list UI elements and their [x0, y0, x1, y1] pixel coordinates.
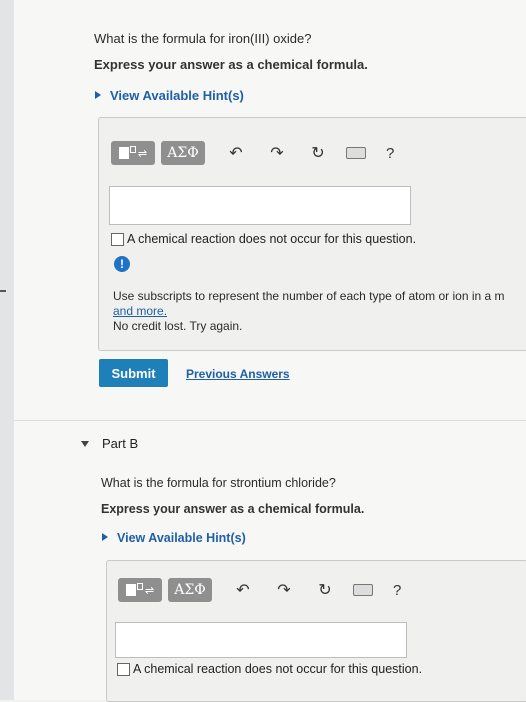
question-page: What is the formula for iron(III) oxide?… — [14, 0, 526, 702]
no-reaction-label: A chemical reaction does not occur for t… — [133, 662, 423, 676]
section-divider — [14, 420, 526, 421]
part-b-title: Part B — [102, 436, 139, 451]
part-a-no-reaction-option[interactable]: A chemical reaction does not occur for t… — [111, 232, 416, 246]
keyboard-icon[interactable] — [346, 147, 366, 159]
previous-answers-link[interactable]: Previous Answers — [186, 367, 290, 381]
symbols-label: ΑΣΦ — [174, 582, 206, 598]
reset-icon[interactable]: ↻ — [308, 143, 328, 163]
checkbox[interactable] — [111, 232, 124, 246]
template-button[interactable]: ⇌ — [118, 578, 162, 602]
left-gutter — [0, 0, 14, 700]
part-b-instruction: Express your answer as a chemical formul… — [101, 502, 365, 516]
part-a-feedback: Use subscripts to represent the number o… — [113, 289, 505, 334]
part-b-answer-input[interactable] — [115, 622, 407, 658]
template-box-icon — [125, 584, 136, 596]
part-a-instruction: Express your answer as a chemical formul… — [94, 57, 368, 72]
help-icon[interactable]: ? — [393, 582, 401, 599]
part-b-toolbar: ⇌ ΑΣΦ ↶ ↷ ↻ ? — [118, 578, 401, 602]
submit-button[interactable]: Submit — [99, 359, 168, 387]
collapse-caret-icon[interactable] — [81, 441, 89, 447]
part-a-toolbar: ⇌ ΑΣΦ ↶ ↷ ↻ ? — [111, 141, 394, 165]
help-icon[interactable]: ? — [386, 145, 394, 162]
caret-right-icon — [102, 533, 108, 541]
part-b-question: What is the formula for strontium chlori… — [101, 476, 336, 490]
undo-icon[interactable]: ↶ — [226, 143, 246, 163]
reset-icon[interactable]: ↻ — [315, 580, 335, 600]
superscript-box-icon — [129, 145, 136, 153]
part-a-hint-toggle[interactable]: View Available Hint(s) — [95, 88, 244, 103]
undo-icon[interactable]: ↶ — [233, 580, 253, 600]
part-a-question: What is the formula for iron(III) oxide? — [94, 31, 312, 46]
feedback-retry: No credit lost. Try again. — [113, 319, 243, 333]
template-button[interactable]: ⇌ — [111, 141, 155, 165]
alert-icon: ! — [114, 256, 130, 272]
redo-icon[interactable]: ↷ — [274, 580, 294, 600]
part-b-hint-label: View Available Hint(s) — [117, 531, 246, 545]
symbols-button[interactable]: ΑΣΦ — [161, 141, 205, 165]
superscript-box-icon — [136, 582, 143, 590]
keyboard-icon[interactable] — [353, 584, 373, 596]
checkbox[interactable] — [117, 662, 130, 676]
part-a-answer-input[interactable] — [109, 186, 411, 225]
feedback-line: Use subscripts to represent the number o… — [113, 289, 505, 303]
template-box-icon — [118, 147, 129, 159]
equilibrium-arrows-icon: ⇌ — [144, 584, 155, 597]
redo-icon[interactable]: ↷ — [267, 143, 287, 163]
gutter-marker — [0, 290, 6, 292]
caret-right-icon — [95, 91, 101, 99]
no-reaction-label: A chemical reaction does not occur for t… — [127, 232, 417, 246]
part-b-hint-toggle[interactable]: View Available Hint(s) — [102, 531, 246, 545]
equilibrium-arrows-icon: ⇌ — [137, 147, 148, 160]
symbols-button[interactable]: ΑΣΦ — [168, 578, 212, 602]
part-a-hint-label: View Available Hint(s) — [110, 88, 244, 103]
feedback-more-link[interactable]: and more. — [113, 304, 167, 318]
part-b-no-reaction-option[interactable]: A chemical reaction does not occur for t… — [117, 662, 422, 676]
symbols-label: ΑΣΦ — [167, 145, 199, 161]
